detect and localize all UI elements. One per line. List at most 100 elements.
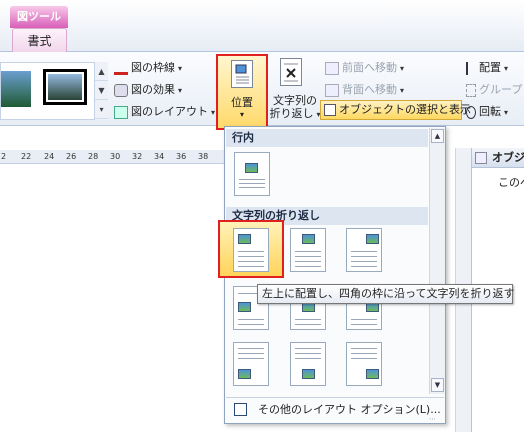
ruler-tick-label: 22 [21,152,32,161]
ruler-tick-label: 28 [88,152,99,161]
text-line [351,358,377,359]
picture-style-gallery[interactable] [0,62,108,120]
bring-forward-button[interactable]: 前面へ移動 ▾ [325,59,404,77]
text-line [238,348,264,349]
title-strip: 図ツール 書式 [0,0,524,53]
picture-effects-button[interactable]: 図の効果 ▾ [114,81,182,99]
dropdown-arrow-icon: ▾ [400,64,405,73]
text-line [238,324,264,325]
tooltip: 左上に配置し、四角の枠に沿って文字列を折り返す [257,284,514,304]
horizontal-ruler: 2 22 24 26 28 30 32 34 36 38 [0,150,225,164]
scroll-down-icon[interactable]: ▼ [431,378,444,392]
picture-icon [245,163,258,173]
ruler-tick-label: 30 [110,152,121,161]
text-line [295,358,321,359]
ruler-tick-label: 24 [44,152,55,161]
position-icon [231,60,253,88]
text-line [238,353,264,354]
wrap-text-icon-art [284,63,298,82]
context-tab-picture-tools: 図ツール [10,6,68,28]
pane-body-text: このペ [498,176,524,189]
resize-grip-icon[interactable]: ⋯ [429,415,443,423]
text-line [351,261,377,262]
more-layout-options[interactable]: その他のレイアウト オプション(L)... [226,397,444,421]
ruler-tick-label: 34 [154,152,165,161]
picture-icon [238,302,251,312]
wrap-text-button[interactable]: 文字列の 折り返し ▾ [268,58,321,126]
text-line [239,183,265,184]
gallery-scroll[interactable]: ▲ ▼ ▾ [94,62,108,120]
selection-pane-icon [324,104,336,116]
section-inline-header: 行内 [226,129,428,147]
text-line [351,256,377,257]
ruler-tick-label: 2 [1,152,7,161]
text-line [351,266,377,267]
text-line [295,319,321,320]
ruler-tick-label: 36 [176,152,187,161]
picture-icon [302,369,315,379]
position-option-inline[interactable] [234,152,270,196]
text-line [295,256,321,257]
text-line [238,266,264,267]
position-option-bottom-center[interactable] [290,342,326,386]
text-line [351,348,377,349]
text-line [295,353,321,354]
align-button[interactable]: 配置 ▾ [466,59,508,77]
picture-icon [238,369,251,379]
pane-icon [475,152,487,164]
chevron-up-icon[interactable]: ▲ [95,62,108,81]
picture-style-thumb[interactable] [1,71,31,107]
text-line [238,251,264,252]
text-line [295,251,321,252]
group-icon [466,83,476,97]
more-icon[interactable]: ▾ [95,100,108,119]
align-icon [466,61,476,75]
text-line [295,266,321,267]
text-line [238,261,264,262]
ruler-tick-label: 26 [66,152,77,161]
dropdown-arrow-icon: ▾ [178,64,183,73]
document-area[interactable] [0,165,225,432]
send-backward-button[interactable]: 背面へ移動 ▾ [325,81,404,99]
picture-layout-button[interactable]: 図のレイアウト ▾ [114,103,215,121]
picture-border-button[interactable]: 図の枠線 ▾ [114,59,182,77]
chevron-down-icon[interactable]: ▼ [95,81,108,100]
text-line [239,179,265,180]
position-button[interactable]: 位置 ▾ [216,54,268,130]
dropdown-arrow-icon: ▾ [178,86,183,95]
dropdown-arrow-icon: ▾ [211,108,216,117]
position-option-top-center[interactable] [290,228,326,272]
text-line [239,187,265,188]
pencil-icon [114,62,128,75]
picture-icon [238,234,251,244]
position-option-top-right[interactable] [346,228,382,272]
rotate-button[interactable]: 回転 ▾ [466,103,508,121]
picture-style-thumb[interactable] [43,69,87,105]
dropdown-arrow-icon: ▾ [504,108,509,117]
text-line [351,251,377,252]
wrap-text-label-line2: 折り返し ▾ [269,107,321,120]
position-option-bottom-left[interactable] [233,342,269,386]
dropdown-arrow-icon: ▾ [504,64,509,73]
wrap-text-icon [280,58,302,86]
tab-format[interactable]: 書式 [12,28,67,53]
text-line [295,324,321,325]
text-line [238,319,264,320]
position-option-bottom-right[interactable] [346,342,382,386]
text-line [351,353,377,354]
position-label: 位置 [231,96,253,109]
text-line [238,358,264,359]
send-backward-icon [325,83,339,97]
text-line [295,348,321,349]
dropdown-scrollbar[interactable]: ▲ ▼ [429,128,445,394]
scroll-up-icon[interactable]: ▲ [431,129,444,143]
selection-pane-button[interactable]: オブジェクトの選択と表示 [320,100,471,120]
effects-icon [114,83,128,97]
ruler-tick-label: 38 [198,152,209,161]
text-line [351,319,377,320]
dropdown-arrow-icon: ▾ [239,110,244,119]
group-button[interactable]: グループ [466,81,522,99]
position-option-top-left[interactable] [233,228,269,272]
ruler-tick-label: 32 [132,152,143,161]
position-icon-art [235,64,249,84]
